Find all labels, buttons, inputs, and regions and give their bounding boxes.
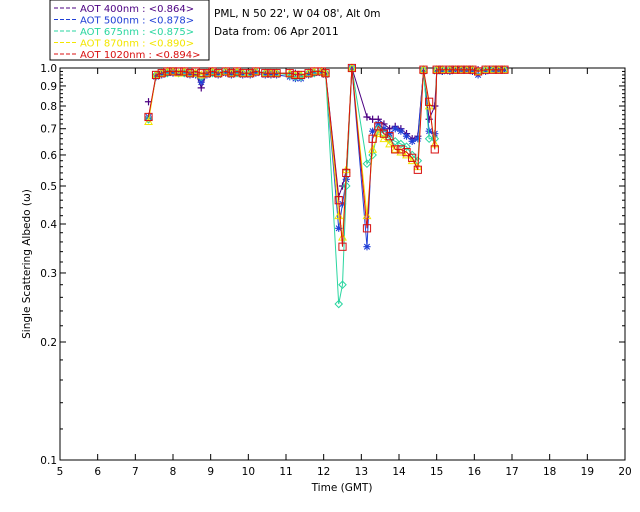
x-tick-label: 13 — [355, 466, 368, 478]
y-tick-label: 0.5 — [40, 181, 57, 193]
legend-entry: AOT 400nm : <0.864> — [80, 4, 194, 15]
x-tick-label: 10 — [242, 466, 255, 478]
y-tick-label: 0.9 — [40, 81, 57, 93]
y-tick-label: 0.6 — [40, 150, 57, 162]
data-point — [402, 132, 411, 140]
plot-area — [59, 67, 626, 461]
legend-entry: AOT 870nm : <0.890> — [80, 39, 194, 50]
x-tick-label: 15 — [430, 466, 443, 478]
x-tick-label: 11 — [279, 466, 292, 478]
legend: AOT 400nm : <0.864>AOT 500nm : <0.878>AO… — [49, 0, 210, 61]
y-axis-label: Single Scattering Albedo (ω) — [21, 189, 33, 339]
data-point — [363, 243, 371, 251]
y-tick-label: 0.7 — [40, 124, 57, 136]
series-3 — [144, 63, 509, 309]
legend-entry: AOT 500nm : <0.878> — [80, 16, 194, 27]
y-tick-label: 1.0 — [40, 63, 57, 75]
x-tick-label: 16 — [468, 466, 482, 478]
x-tick-label: 7 — [132, 466, 139, 478]
scattering-albedo-chart: AOT 400nm : <0.864>AOT 500nm : <0.878>AO… — [21, 0, 632, 494]
x-axis: 5 6 7 8 9 10 11 12 13 14 15 16 17 18 19 20 — [57, 68, 632, 478]
y-tick-label: 0.4 — [40, 219, 57, 231]
x-tick-label: 8 — [170, 466, 177, 478]
y-tick-label: 0.8 — [40, 101, 57, 113]
site-info: PML, N 50 22', W 04 08', Alt 0m — [214, 8, 381, 20]
series-layer — [144, 63, 509, 309]
date-info: Data from: 06 Apr 2011 — [214, 26, 339, 38]
x-tick-label: 19 — [581, 466, 594, 478]
x-tick-label: 18 — [543, 466, 556, 478]
y-tick-label: 0.3 — [40, 268, 57, 280]
data-point — [397, 127, 405, 135]
x-tick-label: 5 — [57, 466, 64, 478]
x-tick-label: 14 — [392, 466, 406, 478]
x-tick-label: 20 — [618, 466, 631, 478]
legend-entry: AOT 675nm : <0.875> — [80, 27, 194, 38]
x-tick-label: 17 — [505, 466, 518, 478]
x-tick-label: 9 — [207, 466, 214, 478]
legend-entry: AOT 1020nm : <0.894> — [80, 50, 200, 61]
x-tick-label: 12 — [317, 466, 330, 478]
x-tick-label: 6 — [94, 466, 101, 478]
x-axis-label: Time (GMT) — [311, 482, 373, 494]
series-line — [148, 67, 505, 305]
y-axis: 0.1 0.2 0.3 0.4 0.5 0.6 0.7 0.8 0.9 1.0 — [40, 63, 625, 467]
y-tick-label: 0.2 — [40, 337, 57, 349]
y-tick-label: 0.1 — [40, 455, 57, 467]
data-point — [414, 135, 422, 143]
